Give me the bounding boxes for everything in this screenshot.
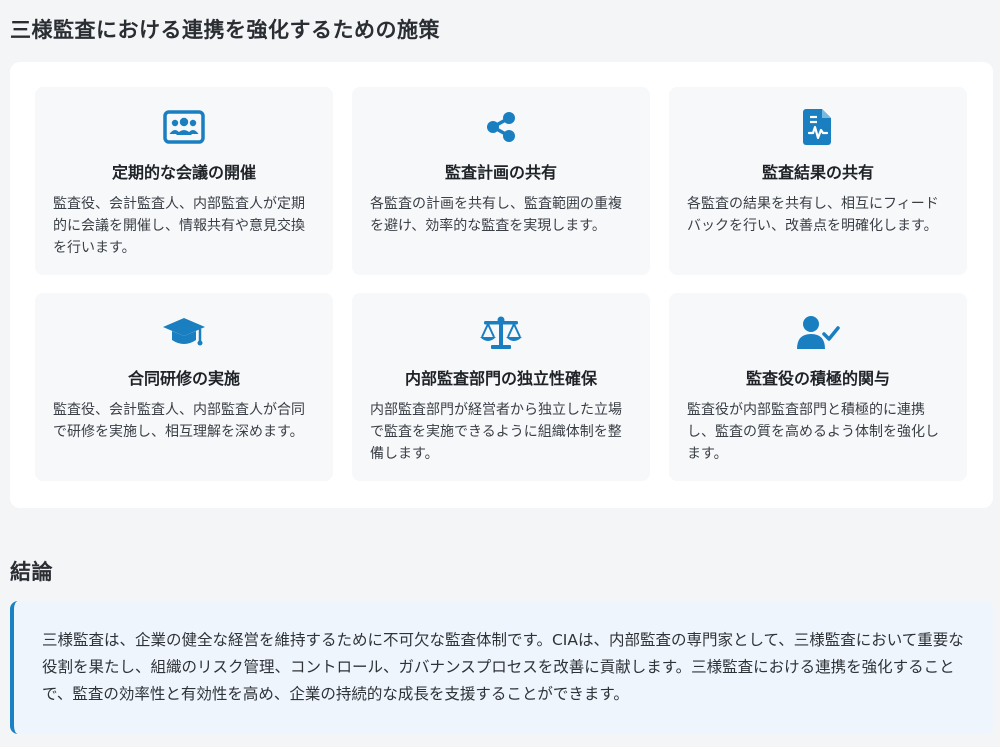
card-joint-training: 合同研修の実施 監査役、会計監査人、内部監査人が合同で研修を実施し、相互理解を深… [35, 293, 333, 481]
card-regular-meetings: 定期的な会議の開催 監査役、会計監査人、内部監査人が定期的に会議を開催し、情報共… [35, 87, 333, 275]
file-medical-icon [796, 107, 840, 147]
card-title: 定期的な会議の開催 [111, 163, 256, 182]
scale-balanced-icon [479, 313, 523, 353]
card-independence: 内部監査部門の独立性確保 内部監査部門が経営者から独立した立場で監査を実施できる… [352, 293, 650, 481]
card-auditor-involvement: 監査役の積極的関与 監査役が内部監査部門と積極的に連携し、監査の質を高めるよう体… [669, 293, 967, 481]
card-description: 監査役が内部監査部門と積極的に連携し、監査の質を高めるよう体制を強化します。 [687, 402, 939, 462]
card-plan-sharing: 監査計画の共有 各監査の計画を共有し、監査範囲の重複を避け、効率的な監査を実現し… [352, 87, 650, 275]
card-title: 内部監査部門の独立性確保 [404, 369, 597, 388]
card-title: 監査計画の共有 [444, 163, 557, 182]
card-description: 監査役、会計監査人、内部監査人が定期的に会議を開催し、情報共有や意見交換を行いま… [53, 196, 305, 256]
card-result-sharing: 監査結果の共有 各監査の結果を共有し、相互にフィードバックを行い、改善点を明確化… [669, 87, 967, 275]
user-check-icon [796, 313, 840, 353]
card-title: 監査結果の共有 [761, 163, 874, 182]
conclusion-title: 結論 [10, 560, 53, 584]
card-title: 合同研修の実施 [127, 369, 240, 388]
card-description: 内部監査部門が経営者から独立した立場で監査を実施できるように組織体制を整備します… [370, 402, 622, 462]
section-title: 三様監査における連携を強化するための施策 [10, 18, 440, 42]
conclusion-text: 三様監査は、企業の健全な経営を維持するために不可欠な監査体制です。CIAは、内部… [42, 631, 964, 703]
card-description: 監査役、会計監査人、内部監査人が合同で研修を実施し、相互理解を深めます。 [53, 402, 305, 440]
measures-panel: 定期的な会議の開催 監査役、会計監査人、内部監査人が定期的に会議を開催し、情報共… [10, 62, 993, 508]
card-description: 各監査の結果を共有し、相互にフィードバックを行い、改善点を明確化します。 [687, 196, 939, 234]
card-description: 各監査の計画を共有し、監査範囲の重複を避け、効率的な監査を実現します。 [370, 196, 622, 234]
card-title: 監査役の積極的関与 [745, 369, 890, 388]
conclusion-box: 三様監査は、企業の健全な経営を維持するために不可欠な監査体制です。CIAは、内部… [10, 601, 993, 734]
users-rectangle-icon [162, 107, 206, 147]
graduation-cap-icon [162, 313, 206, 353]
share-nodes-icon [479, 107, 523, 147]
